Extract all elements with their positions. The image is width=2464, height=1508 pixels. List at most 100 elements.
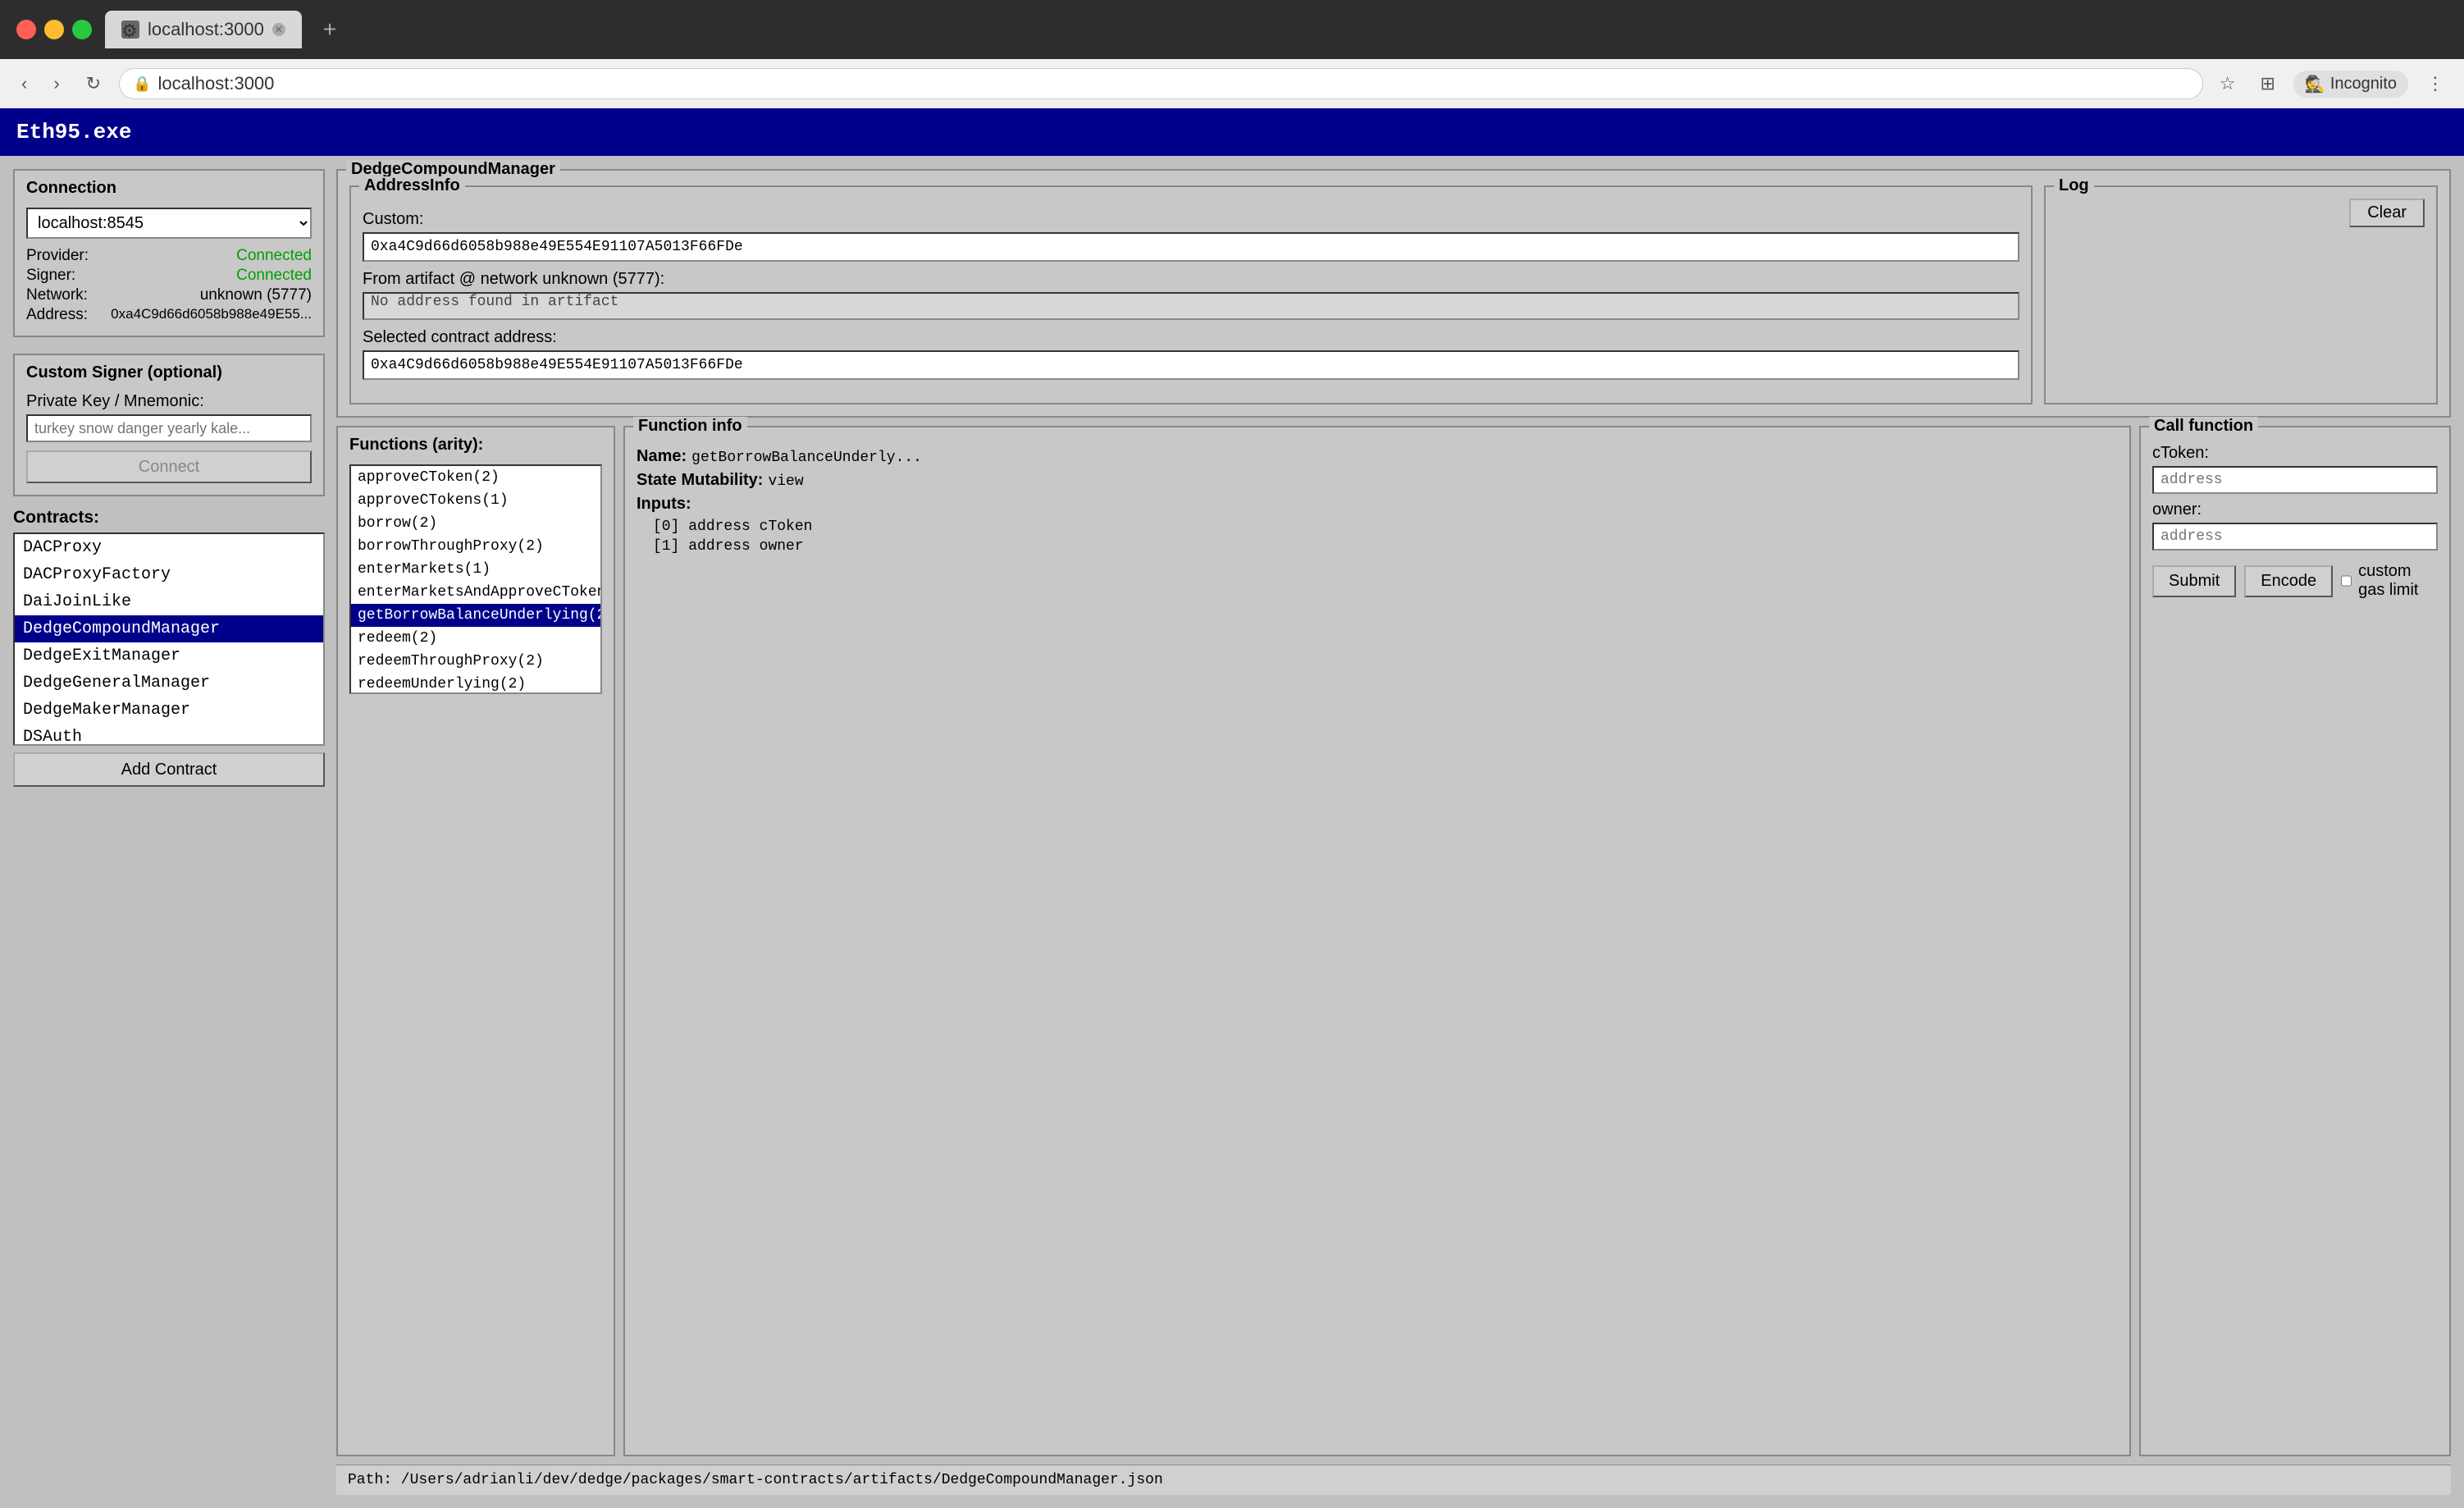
functions-legend: Functions (arity): <box>349 436 602 455</box>
incognito-icon: 🕵 <box>2305 74 2325 94</box>
custom-gas-checkbox[interactable] <box>2341 573 2352 588</box>
app-title: Eth95.exe <box>16 120 131 144</box>
app-header: Eth95.exe <box>0 108 2464 156</box>
input-1: [1] address owner <box>637 538 2118 555</box>
right-top-inner: AddressInfo Custom: From artifact @ netw… <box>349 185 2438 404</box>
state-mutability-value: view <box>768 473 803 490</box>
back-button[interactable]: ‹ <box>13 68 35 99</box>
contract-item-dedgemakermanager[interactable]: DedgeMakerManager <box>15 697 323 724</box>
maximize-window-button[interactable] <box>72 20 92 39</box>
connection-select[interactable]: localhost:8545 <box>26 208 312 239</box>
screenshot-button[interactable]: ⊞ <box>2253 70 2281 98</box>
network-label: Network: <box>26 286 89 304</box>
connection-legend: Connection <box>26 179 312 198</box>
log-legend: Log <box>2054 176 2094 195</box>
functions-list[interactable]: approveCToken(2) approveCTokens(1) borro… <box>349 464 602 694</box>
pk-label: Private Key / Mnemonic: <box>26 392 312 411</box>
function-info-fieldset: Function info Name: getBorrowBalanceUnde… <box>623 426 2131 1456</box>
contracts-list[interactable]: DACProxy DACProxyFactory DaiJoinLike Ded… <box>13 532 325 746</box>
minimize-window-button[interactable] <box>44 20 64 39</box>
call-function-buttons: Submit Encode custom gas limit <box>2152 562 2438 600</box>
function-item-entermarketsandapprove[interactable]: enterMarketsAndApproveCTokens( <box>351 581 600 604</box>
lock-icon: 🔒 <box>133 75 151 93</box>
contract-item-dedgeexitmanager[interactable]: DedgeExitManager <box>15 642 323 669</box>
forward-button[interactable]: › <box>45 68 67 99</box>
function-item-approvectoken[interactable]: approveCToken(2) <box>351 466 600 489</box>
function-item-approvectokens[interactable]: approveCTokens(1) <box>351 489 600 512</box>
active-tab[interactable]: ⚙ localhost:3000 ✕ <box>105 11 302 48</box>
app-body: Connection localhost:8545 Provider: Conn… <box>0 156 2464 1508</box>
network-value: unknown (5777) <box>97 286 312 304</box>
selected-address-label: Selected contract address: <box>363 328 2019 347</box>
custom-gas-label: custom gas limit <box>2358 562 2438 600</box>
call-function-legend: Call function <box>2149 417 2258 436</box>
address-info-legend: AddressInfo <box>359 176 465 195</box>
connect-button[interactable]: Connect <box>26 450 312 483</box>
contract-item-dacproxy[interactable]: DACProxy <box>15 534 323 561</box>
title-bar: ⚙ localhost:3000 ✕ + <box>0 0 2464 59</box>
connection-info-grid: Provider: Connected Signer: Connected Ne… <box>26 247 312 324</box>
functions-fieldset: Functions (arity): approveCToken(2) appr… <box>336 426 615 1456</box>
function-item-borrowthroughproxy[interactable]: borrowThroughProxy(2) <box>351 535 600 558</box>
submit-button[interactable]: Submit <box>2152 565 2236 597</box>
function-item-borrow[interactable]: borrow(2) <box>351 512 600 535</box>
function-item-redeemunderlying[interactable]: redeemUnderlying(2) <box>351 673 600 694</box>
contracts-label: Contracts: <box>13 508 325 528</box>
tab-favicon-icon: ⚙ <box>121 21 139 39</box>
selected-address-input[interactable] <box>363 350 2019 380</box>
provider-value: Connected <box>97 247 312 265</box>
custom-address-group: Custom: <box>363 210 2019 262</box>
tab-close-button[interactable]: ✕ <box>272 23 285 36</box>
function-item-entermarkets[interactable]: enterMarkets(1) <box>351 558 600 581</box>
add-contract-button[interactable]: Add Contract <box>13 752 325 787</box>
dedge-compound-manager-fieldset: DedgeCompoundManager AddressInfo Custom:… <box>336 169 2451 418</box>
state-mutability-label: State Mutability: <box>637 471 763 490</box>
menu-button[interactable]: ⋮ <box>2420 70 2451 98</box>
contract-item-dedgecompoundmanager[interactable]: DedgeCompoundManager <box>15 615 323 642</box>
log-fieldset: Log Clear <box>2044 185 2438 404</box>
log-content <box>2057 227 2425 391</box>
contract-item-dacproxyfactory[interactable]: DACProxyFactory <box>15 561 323 588</box>
browser-frame: ⚙ localhost:3000 ✕ + ‹ › ↻ 🔒 localhost:3… <box>0 0 2464 1508</box>
provider-label: Provider: <box>26 247 89 265</box>
right-panel: DedgeCompoundManager AddressInfo Custom:… <box>336 169 2451 1495</box>
input-0: [0] address cToken <box>637 519 2118 535</box>
refresh-button[interactable]: ↻ <box>78 68 109 99</box>
signer-label: Signer: <box>26 267 89 285</box>
bottom-section: Functions (arity): approveCToken(2) appr… <box>336 426 2451 1456</box>
owner-input[interactable] <box>2152 523 2438 551</box>
function-item-getborrowbalanceunderlying[interactable]: getBorrowBalanceUnderlying(2) <box>351 604 600 627</box>
custom-signer-fieldset: Custom Signer (optional) Private Key / M… <box>13 354 325 496</box>
pk-input[interactable] <box>26 414 312 442</box>
inputs-label: Inputs: <box>637 495 691 514</box>
bookmark-button[interactable]: ☆ <box>2213 70 2243 98</box>
incognito-badge: 🕵 Incognito <box>2293 71 2408 98</box>
nav-actions: ☆ ⊞ 🕵 Incognito ⋮ <box>2213 70 2451 98</box>
ctoken-input[interactable] <box>2152 466 2438 494</box>
custom-address-input[interactable] <box>363 232 2019 262</box>
contract-item-dsauth[interactable]: DSAuth <box>15 724 323 746</box>
nav-bar: ‹ › ↻ 🔒 localhost:3000 ☆ ⊞ 🕵 Incognito ⋮ <box>0 59 2464 108</box>
custom-address-label: Custom: <box>363 210 2019 229</box>
new-tab-button[interactable]: + <box>315 13 345 46</box>
custom-signer-legend: Custom Signer (optional) <box>26 363 312 382</box>
function-item-redeem[interactable]: redeem(2) <box>351 627 600 650</box>
address-label: Address: <box>26 306 89 324</box>
contract-item-daijoinlike[interactable]: DaiJoinLike <box>15 588 323 615</box>
contract-item-dedgegeneralmanager[interactable]: DedgeGeneralManager <box>15 669 323 697</box>
address-bar[interactable]: 🔒 localhost:3000 <box>119 68 2203 99</box>
address-info-fieldset: AddressInfo Custom: From artifact @ netw… <box>349 185 2033 404</box>
function-item-redeemthroughproxy[interactable]: redeemThroughProxy(2) <box>351 650 600 673</box>
function-info-legend: Function info <box>633 417 747 436</box>
encode-button[interactable]: Encode <box>2244 565 2333 597</box>
call-function-fieldset: Call function cToken: owner: Submit Enco… <box>2139 426 2451 1456</box>
connection-select-row: localhost:8545 <box>26 208 312 239</box>
contracts-section: Contracts: DACProxy DACProxyFactory DaiJ… <box>13 508 325 787</box>
connection-fieldset: Connection localhost:8545 Provider: Conn… <box>13 169 325 337</box>
clear-button[interactable]: Clear <box>2349 199 2425 227</box>
address-value: 0xa4C9d66d6058b988e49E55... <box>97 306 312 324</box>
close-window-button[interactable] <box>16 20 36 39</box>
signer-value: Connected <box>97 267 312 285</box>
function-name-value: getBorrowBalanceUnderly... <box>691 450 922 466</box>
function-name-row: Name: getBorrowBalanceUnderly... <box>637 447 2118 466</box>
